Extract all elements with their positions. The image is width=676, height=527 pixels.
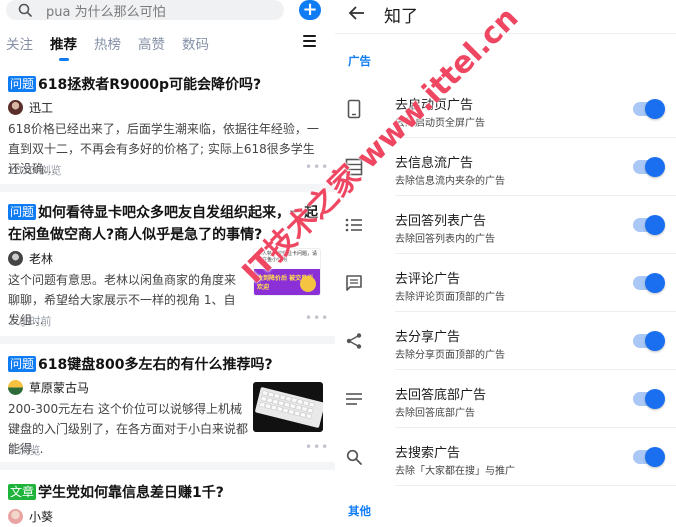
card-meta: 1070 浏览 (8, 164, 62, 177)
setting-subtitle: 去除启动页全屏广告 (395, 118, 485, 129)
more-icon[interactable]: ••• (305, 311, 329, 325)
phone-icon (343, 98, 365, 120)
keyboard-thumbnail[interactable] (253, 382, 323, 432)
feed-topbar: pua 为什么那么可怕 + 关注 推荐 热榜 高赞 数码 (0, 0, 335, 66)
question-tag: 问题 (8, 76, 37, 92)
article-tag: 文章 (8, 484, 37, 500)
menu-icon[interactable] (303, 35, 316, 50)
feed-card[interactable]: 问题 如何看待显卡吧众多吧友自发组织起来，一起在闲鱼做空商人?商人似乎是急了的事情… (0, 192, 335, 336)
setting-subtitle: 去除回答底部广告 (395, 408, 475, 419)
keyboard-icon (255, 387, 323, 428)
section-ads-label: 广告 (348, 54, 371, 68)
tab-follow[interactable]: 关注 (6, 33, 33, 53)
setting-title: 去启动页广告 (395, 98, 474, 113)
setting-subtitle: 去除「大家都在搜」与推广 (395, 466, 515, 477)
setting-title: 去搜索广告 (395, 446, 461, 461)
setting-title: 去分享广告 (395, 330, 461, 345)
toggle-switch[interactable] (633, 273, 665, 293)
share-icon (343, 330, 365, 352)
list-icon (343, 214, 365, 236)
comment-icon (343, 272, 365, 294)
setting-title: 去信息流广告 (395, 156, 474, 171)
card-author[interactable]: 小葵 (8, 508, 53, 525)
setting-title: 去评论广告 (395, 272, 461, 287)
lines-icon (343, 388, 365, 410)
setting-row-answer-list-ad[interactable]: 去回答列表广告 去除回答列表内的广告 (335, 196, 676, 254)
tab-recommend[interactable]: 推荐 (50, 33, 77, 61)
settings-pane: 知了 广告 去启动页广告 去除启动页全屏广告 去信息流广告 去除信息流内夹杂的广… (335, 0, 676, 527)
feed-card[interactable]: 文章 学生党如何靠信息差日赚1千? 小葵 (0, 470, 335, 527)
search-icon (18, 3, 40, 17)
card-title[interactable]: 文章 学生党如何靠信息差日赚1千? (8, 482, 224, 504)
setting-row-feed-ad[interactable]: 去信息流广告 去除信息流内夹杂的广告 (335, 138, 676, 196)
search-input[interactable]: pua 为什么那么可怕 (6, 0, 284, 20)
setting-row-answer-bottom-ad[interactable]: 去回答底部广告 去除回答底部广告 (335, 370, 676, 428)
setting-subtitle: 去除分享页面顶部的广告 (395, 350, 505, 361)
card-author[interactable]: 草原蒙古马 (8, 379, 89, 396)
setting-subtitle: 去除评论页面顶部的广告 (395, 292, 505, 303)
question-tag: 问题 (8, 204, 37, 220)
tab-digital[interactable]: 数码 (182, 33, 209, 53)
feed-card[interactable]: 问题 618键盘800多左右的有什么推荐吗? 草原蒙古马 200-300元左右 这… (0, 344, 335, 462)
feed-pane: pua 为什么那么可怕 + 关注 推荐 热榜 高赞 数码 问题 618拯救者R90… (0, 0, 335, 527)
setting-subtitle: 去除回答列表内的广告 (395, 234, 495, 245)
feed-card[interactable]: 问题 618拯救者R9000p可能会降价吗? 迅工 618价格已经出来了，后面学生… (0, 66, 335, 184)
toggle-switch[interactable] (633, 447, 665, 467)
toggle-switch[interactable] (633, 157, 665, 177)
avatar (8, 100, 23, 115)
card-title[interactable]: 问题 618拯救者R9000p可能会降价吗? (8, 74, 261, 96)
search-placeholder: pua 为什么那么可怕 (46, 4, 166, 20)
card-author[interactable]: 老林 (8, 250, 53, 267)
toggle-switch[interactable] (633, 331, 665, 351)
card-thumbnail[interactable]: 本人特价收受显卡问题，请回在鱼小作用 收到降价后 被交易所欢迎 (253, 248, 321, 296)
settings-header: 知了 (335, 0, 676, 34)
question-tag: 问题 (8, 356, 37, 372)
page-title: 知了 (384, 7, 418, 27)
avatar (8, 380, 23, 395)
setting-row-search-ad[interactable]: 去搜索广告 去除「大家都在搜」与推广 (335, 428, 676, 486)
setting-row-comment-ad[interactable]: 去评论广告 去除评论页面顶部的广告 (335, 254, 676, 312)
setting-title: 去回答列表广告 (395, 214, 487, 229)
more-icon[interactable]: ••• (305, 440, 329, 454)
avatar (8, 251, 23, 266)
card-title[interactable]: 问题 618键盘800多左右的有什么推荐吗? (8, 354, 273, 376)
toggle-switch[interactable] (633, 215, 665, 235)
section-other-label: 其他 (348, 504, 371, 518)
emoji-face-icon (300, 276, 316, 292)
card-meta: 1 小时前 (8, 315, 52, 328)
back-arrow-icon[interactable] (348, 4, 366, 22)
toggle-switch[interactable] (633, 389, 665, 409)
add-button[interactable]: + (299, 0, 321, 20)
search-icon (343, 446, 365, 468)
toggle-switch[interactable] (633, 99, 665, 119)
setting-row-splash-ad[interactable]: 去启动页广告 去除启动页全屏广告 (335, 80, 676, 138)
more-icon[interactable]: ••• (305, 160, 329, 174)
card-title[interactable]: 问题 如何看待显卡吧众多吧友自发组织起来，一起在闲鱼做空商人?商人似乎是急了的事情… (8, 202, 330, 246)
card-meta: 7 浏览 (8, 444, 41, 457)
setting-title: 去回答底部广告 (395, 388, 487, 403)
avatar (8, 509, 23, 524)
setting-subtitle: 去除信息流内夹杂的广告 (395, 176, 505, 187)
tab-hot[interactable]: 热榜 (94, 33, 121, 53)
card-excerpt[interactable]: 200-300元左右 这个价位可以说够得上机械键盘的入门级别了，在各方面对于小白… (8, 399, 248, 459)
thumbnail-caption: 本人特价收受显卡问题，请回在鱼小作用 (257, 251, 318, 263)
feed-tabs: 关注 推荐 热榜 高赞 数码 (6, 33, 226, 61)
card-author[interactable]: 迅工 (8, 99, 53, 116)
tab-top-rated[interactable]: 高赞 (138, 33, 165, 53)
feed-icon (343, 156, 365, 178)
setting-row-share-ad[interactable]: 去分享广告 去除分享页面顶部的广告 (335, 312, 676, 370)
